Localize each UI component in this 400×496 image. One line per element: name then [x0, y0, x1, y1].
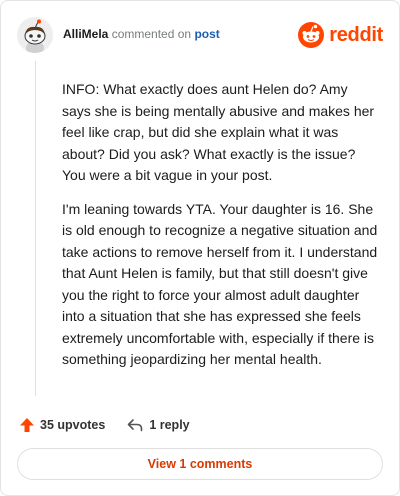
- thread-line[interactable]: [35, 61, 36, 396]
- user-avatar[interactable]: [17, 17, 53, 53]
- action-text: commented on: [111, 27, 192, 41]
- username-link[interactable]: AlliMela: [63, 27, 108, 41]
- comment-paragraph: I'm leaning towards YTA. Your daughter i…: [62, 200, 378, 368]
- upvote-count: 35 upvotes: [40, 418, 106, 432]
- comment-actions: 35 upvotes 1 reply: [19, 414, 383, 436]
- comment-header: AlliMela commented on post reddit: [17, 15, 383, 55]
- snoo-avatar-icon: [17, 17, 53, 53]
- reddit-logo-icon: [298, 22, 325, 48]
- reddit-logo[interactable]: reddit: [298, 21, 383, 49]
- view-comments-button[interactable]: View 1 comments: [17, 448, 383, 480]
- reply-count: 1 reply: [149, 418, 190, 432]
- upvote-arrow-icon: [20, 418, 34, 432]
- reply-button[interactable]: 1 reply: [127, 418, 190, 432]
- comment-body: INFO: What exactly does aunt Helen do? A…: [62, 79, 380, 383]
- upvote-button[interactable]: 35 upvotes: [19, 417, 105, 433]
- comment-meta: AlliMela commented on post: [63, 26, 220, 42]
- brand-name: reddit: [329, 23, 383, 46]
- reply-arrow-icon: [128, 419, 143, 432]
- comment-card: AlliMela commented on post reddit INFO: …: [0, 0, 400, 496]
- comment-paragraph: INFO: What exactly does aunt Helen do? A…: [62, 81, 375, 183]
- post-link[interactable]: post: [194, 27, 219, 41]
